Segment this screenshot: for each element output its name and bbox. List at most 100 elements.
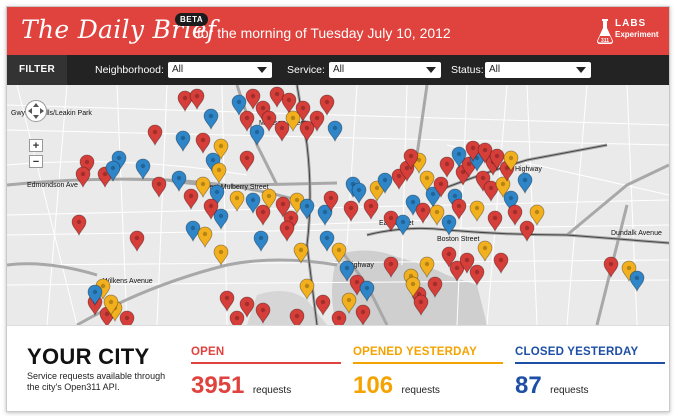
- map-marker-dot: [266, 115, 272, 121]
- map-marker-dot: [134, 235, 140, 241]
- map-marker-dot: [466, 161, 472, 167]
- neighborhood-label: Neighborhood:: [95, 64, 164, 76]
- map-marker-dot: [216, 167, 222, 173]
- filter-bar: FILTER Neighborhood: All Service: All St…: [7, 55, 669, 85]
- header-bar: The Daily Brief BETA for the morning of …: [7, 7, 669, 55]
- map-marker-dot: [446, 251, 452, 257]
- stat-opened-yesterday-value: 106: [353, 372, 394, 399]
- zoom-in-button[interactable]: +: [29, 139, 43, 152]
- pan-control[interactable]: [25, 100, 47, 122]
- map-marker-dot: [432, 281, 438, 287]
- map-marker-dot: [284, 225, 290, 231]
- chevron-down-icon: [257, 67, 267, 73]
- chevron-down-icon: [426, 67, 436, 73]
- map-marker-dot: [464, 257, 470, 263]
- map-marker-dot: [294, 197, 300, 203]
- map-marker-dot: [188, 193, 194, 199]
- stats-panel: YOUR CITY Service requests available thr…: [7, 325, 669, 411]
- stat-closed-yesterday-value: 87: [515, 372, 542, 399]
- map-marker-dot: [76, 219, 82, 225]
- map-marker-dot: [80, 171, 86, 177]
- map-marker-dot: [424, 261, 430, 267]
- map-marker-dot: [290, 115, 296, 121]
- map-marker-dot: [108, 299, 114, 305]
- map-marker-dot: [190, 225, 196, 231]
- map-marker-dot: [534, 209, 540, 215]
- neighborhood-select[interactable]: All: [168, 62, 272, 78]
- stat-open: OPEN 3951 requests: [191, 346, 341, 400]
- map-marker-dot: [324, 99, 330, 105]
- map-marker-dot: [214, 189, 220, 195]
- stat-opened-yesterday-unit: requests: [401, 385, 440, 396]
- date-subtitle: for the morning of Tuesday July 10, 2012: [197, 25, 451, 41]
- map-marker-dot: [480, 175, 486, 181]
- map-marker-dot: [454, 265, 460, 271]
- map-marker-dot: [156, 181, 162, 187]
- map-marker-dot: [298, 247, 304, 253]
- map-view[interactable]: Gwynns Falls/Leakin Park Edmondson Ave W…: [7, 85, 669, 325]
- map-marker-dot: [124, 315, 130, 321]
- map-marker-dot: [208, 203, 214, 209]
- map-marker-dot: [474, 269, 480, 275]
- map-marker-dot: [224, 295, 230, 301]
- stat-closed-yesterday: CLOSED YESTERDAY 87 requests: [515, 346, 665, 400]
- status-select[interactable]: All: [485, 62, 591, 78]
- map-marker-dot: [234, 315, 240, 321]
- map-marker-dot: [332, 125, 338, 131]
- map-marker-dot: [400, 219, 406, 225]
- map-marker-dot: [210, 157, 216, 163]
- map-marker-dot: [254, 129, 260, 135]
- map-marker-dot: [244, 155, 250, 161]
- map-marker-dot: [202, 231, 208, 237]
- map-marker-dot: [194, 93, 200, 99]
- neighborhood-select-value: All: [172, 64, 184, 75]
- map-marker-dot: [200, 181, 206, 187]
- map-marker-dot: [218, 249, 224, 255]
- map-marker-dot: [474, 205, 480, 211]
- map-marker-dot: [258, 235, 264, 241]
- map-marker-dot: [250, 197, 256, 203]
- map-marker-dot: [266, 193, 272, 199]
- map-label-edmondson: Edmondson Ave: [27, 182, 78, 189]
- map-marker-dot: [470, 145, 476, 151]
- map-marker-dot: [152, 129, 158, 135]
- stat-opened-yesterday-label: OPENED YESTERDAY: [353, 346, 503, 364]
- map-marker-dot: [382, 177, 388, 183]
- service-select-value: All: [333, 64, 345, 75]
- map-marker-dot: [336, 315, 342, 321]
- flask-icon: 311: [597, 19, 613, 44]
- map-marker-dot: [100, 283, 106, 289]
- map-marker-dot: [234, 195, 240, 201]
- map-marker-dot: [512, 209, 518, 215]
- map-marker-dot: [288, 215, 294, 221]
- pan-arrows-icon: [28, 103, 44, 119]
- map-marker-dot: [286, 97, 292, 103]
- city-description: Service requests available through the c…: [27, 371, 166, 392]
- stat-open-unit: requests: [252, 385, 292, 396]
- map-marker-dot: [304, 283, 310, 289]
- map-marker-dot: [364, 285, 370, 291]
- map-marker-dot: [524, 225, 530, 231]
- map-marker-dot: [218, 213, 224, 219]
- map-marker-dot: [344, 265, 350, 271]
- map-marker-dot: [180, 135, 186, 141]
- stat-closed-yesterday-unit: requests: [550, 385, 589, 396]
- map-marker-dot: [244, 115, 250, 121]
- labs-title: LABS: [615, 18, 647, 29]
- map-marker-dot: [410, 199, 416, 205]
- map-marker-dot: [482, 147, 488, 153]
- map-marker-dot: [200, 137, 206, 143]
- zoom-out-button[interactable]: −: [29, 155, 43, 168]
- labs-logo[interactable]: 311 LABS Experiment: [595, 17, 659, 47]
- map-marker-dot: [236, 99, 242, 105]
- map-marker-dot: [218, 143, 224, 149]
- map-marker-dot: [494, 153, 500, 159]
- map-marker-dot: [492, 215, 498, 221]
- map-label-gwynns: Gwynns Falls/Leakin Park: [11, 110, 92, 117]
- service-select[interactable]: All: [329, 62, 441, 78]
- map-marker-dot: [360, 309, 366, 315]
- map-marker-dot: [444, 161, 450, 167]
- map-marker-dot: [208, 113, 214, 119]
- map-marker-dot: [324, 235, 330, 241]
- map-marker-dot: [300, 105, 306, 111]
